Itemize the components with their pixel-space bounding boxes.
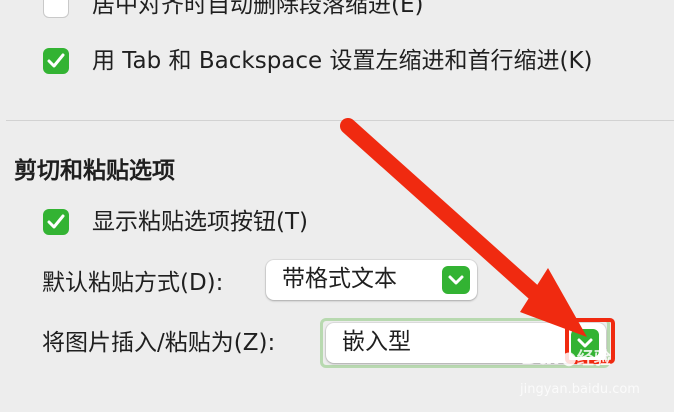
watermark-brand-suffix: 经验	[576, 349, 611, 369]
paw-icon: ●	[561, 348, 577, 369]
watermark-brand-text: Bai	[522, 345, 562, 370]
watermark-url: jingyan.baidu.com	[520, 382, 640, 397]
watermark-brand: Bai●经验	[522, 344, 611, 370]
